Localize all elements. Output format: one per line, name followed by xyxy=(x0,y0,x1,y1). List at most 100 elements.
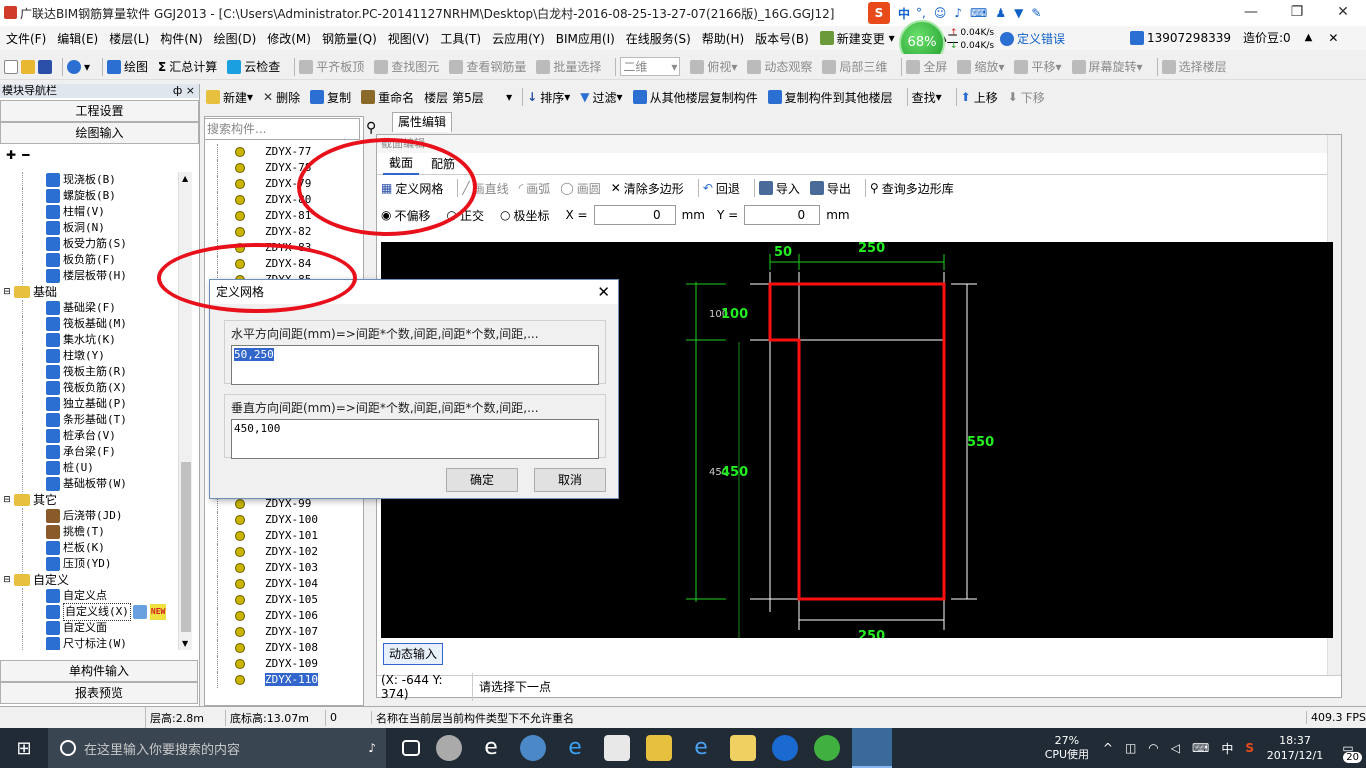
sum-button[interactable]: Σ 汇总计算 xyxy=(158,58,217,75)
x-input[interactable]: 0 xyxy=(593,205,676,225)
tray-chevron-icon[interactable]: ^ xyxy=(1103,741,1113,755)
tree-item[interactable]: 板受力筋(S) xyxy=(0,236,178,252)
tree-item[interactable]: 现浇板(B) xyxy=(0,172,178,188)
edge-app-icon[interactable]: e xyxy=(562,735,588,761)
collapse-all-icon[interactable]: ━ xyxy=(22,148,29,162)
explorer-app-icon[interactable] xyxy=(646,735,672,761)
move-down-button[interactable]: ⬇ 下移 xyxy=(1008,89,1045,106)
component-search-input[interactable]: 搜索构件... xyxy=(204,118,360,140)
component-list-item[interactable]: ZDYX-105 xyxy=(205,592,363,608)
import-button[interactable]: 导入 xyxy=(758,180,800,197)
collapse-toggle-icon[interactable]: ⊟ xyxy=(0,492,14,508)
project-settings-button[interactable]: 工程设置 xyxy=(0,100,199,122)
report-preview-button[interactable]: 报表预览 xyxy=(0,682,198,704)
tray-keyboard-icon[interactable]: ⌨ xyxy=(1192,741,1209,755)
menu-cloud[interactable]: 云应用(Y) xyxy=(492,30,545,47)
close-window-button[interactable]: ✕ xyxy=(1320,0,1366,26)
tree-folder[interactable]: ⊟ 自定义 xyxy=(0,572,178,588)
floor-select[interactable]: 第5层 ▾ xyxy=(452,89,512,106)
fullscreen-button[interactable]: 全屏 xyxy=(906,58,947,75)
ime-keyboard-icon[interactable]: ⌨ xyxy=(970,6,987,20)
notification-center-icon[interactable]: ▭ 20 xyxy=(1330,741,1366,763)
tree-item[interactable]: 桩承台(V) xyxy=(0,428,178,444)
tree-item[interactable]: 板负筋(F) xyxy=(0,252,178,268)
clear-polygon-button[interactable]: ✕ 清除多边形 xyxy=(611,180,684,197)
taskbar-search[interactable]: 在这里输入你要搜索的内容 ♪ xyxy=(48,728,386,768)
ime-mic-icon[interactable]: ♪ xyxy=(954,6,962,20)
tree-item[interactable]: 螺旋板(B) xyxy=(0,188,178,204)
dynamic-input-button[interactable]: 动态输入 xyxy=(383,643,443,665)
active-app-icon[interactable] xyxy=(852,728,892,768)
ime-punct-icon[interactable]: °, xyxy=(916,6,926,20)
tree-item[interactable]: 自定义面 xyxy=(0,620,178,636)
menu-bim[interactable]: BIM应用(I) xyxy=(556,30,615,47)
y-input[interactable]: 0 xyxy=(744,205,821,225)
menu-modify[interactable]: 修改(M) xyxy=(267,30,311,47)
menu-component[interactable]: 构件(N) xyxy=(160,30,202,47)
tray-wifi-icon[interactable]: ◠ xyxy=(1148,741,1158,755)
menu-edit[interactable]: 编辑(E) xyxy=(57,30,98,47)
component-list-item[interactable]: ZDYX-103 xyxy=(205,560,363,576)
section-shape[interactable] xyxy=(768,282,946,601)
vertical-spacing-input[interactable]: 450,100 xyxy=(231,419,599,459)
collapse-toggle-icon[interactable]: ⊟ xyxy=(0,572,14,588)
price-beans[interactable]: 造价豆:0 xyxy=(1243,29,1291,46)
chrome-app-icon[interactable] xyxy=(520,735,546,761)
draw-arc-button[interactable]: ◜ 画弧 xyxy=(519,180,551,197)
sort-button[interactable]: ↓ 排序 ▾ xyxy=(527,89,570,106)
fan-app-icon[interactable] xyxy=(436,735,462,761)
search-icon[interactable]: ⚲ xyxy=(366,120,376,136)
tree-item[interactable]: 板洞(N) xyxy=(0,220,178,236)
tray-network-icon[interactable]: ◫ xyxy=(1125,741,1136,755)
tree-item[interactable]: 柱帽(V) xyxy=(0,204,178,220)
tree-item[interactable]: 基础梁(F) xyxy=(0,300,178,316)
copy-from-floor-button[interactable]: 从其他楼层复制构件 xyxy=(632,89,758,106)
draw-input-button[interactable]: 绘图输入 xyxy=(0,122,199,144)
batch-select-button[interactable]: 批量选择 xyxy=(536,58,601,75)
pan-button[interactable]: 平移 ▾ xyxy=(1014,58,1062,75)
component-list-item[interactable]: ZDYX-101 xyxy=(205,528,363,544)
filter-button[interactable]: ▼ 过滤 ▾ xyxy=(580,89,622,106)
close-doc-icon[interactable]: ✕ xyxy=(1328,31,1338,45)
horizontal-spacing-input[interactable]: 50,250 xyxy=(231,345,599,385)
dynamic-view-button[interactable]: 动态观察 xyxy=(747,58,812,75)
tree-item[interactable]: 集水坑(K) xyxy=(0,332,178,348)
tree-item[interactable]: 挑檐(T) xyxy=(0,524,178,540)
tree-item[interactable]: 后浇带(JD) xyxy=(0,508,178,524)
ime-lang[interactable]: 中 xyxy=(898,5,910,22)
component-list-item[interactable]: ZDYX-100 xyxy=(205,512,363,528)
tree-item[interactable]: 筏板主筋(R) xyxy=(0,364,178,380)
clock[interactable]: 18:37 2017/12/1 xyxy=(1260,733,1330,763)
scroll-down-icon[interactable]: ▼ xyxy=(182,639,188,648)
tree-item[interactable]: 尺寸标注(W) xyxy=(0,636,178,650)
rename-button[interactable]: 重命名 xyxy=(361,89,414,106)
save-icon[interactable] xyxy=(38,59,52,74)
notes-app-icon[interactable] xyxy=(730,735,756,761)
tree-item[interactable]: 楼层板带(H) xyxy=(0,268,178,284)
menu-new-change[interactable]: 新建变更 ▾ xyxy=(819,30,895,47)
align-top-button[interactable]: 平齐板顶 xyxy=(299,58,364,75)
ime-tool-icon[interactable]: ✎ xyxy=(1031,6,1041,20)
tree-item[interactable]: 自定义线(X) NEW xyxy=(0,603,178,621)
query-polygon-lib-button[interactable]: ⚲ 查询多边形库 xyxy=(870,180,954,197)
tree-item[interactable]: 栏板(K) xyxy=(0,540,178,556)
green-app-icon[interactable] xyxy=(814,735,840,761)
tree-item[interactable]: 条形基础(T) xyxy=(0,412,178,428)
define-error-link[interactable]: 定义错误 xyxy=(1000,30,1065,47)
tree-item[interactable]: 自定义点 xyxy=(0,588,178,604)
menu-file[interactable]: 文件(F) xyxy=(6,30,46,47)
task-view-icon[interactable] xyxy=(402,740,420,756)
component-list-item[interactable]: ZDYX-104 xyxy=(205,576,363,592)
tree-item[interactable]: 柱墩(Y) xyxy=(0,348,178,364)
polar-radio[interactable]: ○ xyxy=(500,208,510,222)
menu-chevron-icon[interactable]: ▲ xyxy=(1305,32,1313,43)
menu-draw[interactable]: 绘图(D) xyxy=(214,30,257,47)
copy-component-button[interactable]: 复制 xyxy=(310,89,351,106)
open-folder-icon[interactable] xyxy=(21,59,35,74)
store-app-icon[interactable] xyxy=(604,735,630,761)
undo-step-button[interactable]: ↶ 回退 xyxy=(703,180,740,197)
scroll-up-icon[interactable]: ▲ xyxy=(182,174,188,183)
ie-edge-app-icon[interactable]: e xyxy=(478,735,504,761)
find-button[interactable]: 查找 ▾ xyxy=(912,89,942,106)
tree-item[interactable]: 基础板带(W) xyxy=(0,476,178,492)
